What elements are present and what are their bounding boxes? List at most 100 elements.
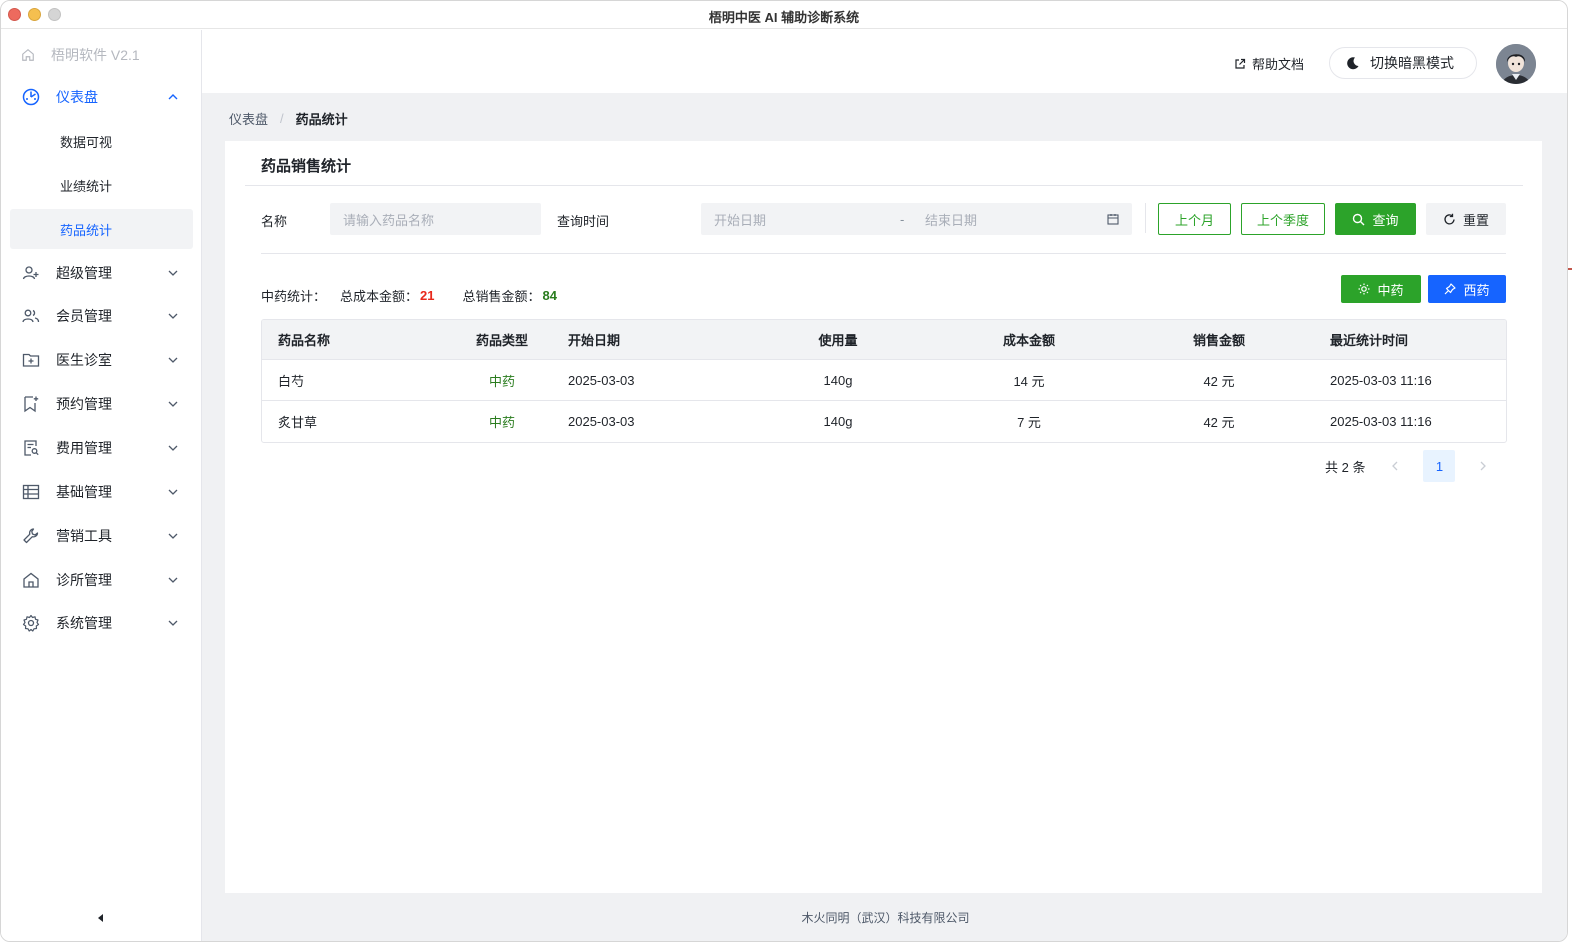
total-sales-label: 总销售金额： [462, 289, 541, 304]
drug-stats-table: 药品名称 药品类型 开始日期 使用量 成本金额 销售金额 最近统计时间 白芍 中… [261, 319, 1507, 443]
last-quarter-label: 上个季度 [1256, 212, 1309, 228]
sidebar-subitem-data-visual[interactable]: 数据可视 [10, 121, 193, 161]
total-cost-value: 21 [420, 288, 435, 303]
table-cell: 2025-03-03 11:16 [1330, 372, 1432, 388]
column-header[interactable]: 药品名称 [278, 320, 330, 359]
total-sales-value: 84 [542, 288, 557, 303]
drug-name-input[interactable]: 请输入药品名称 [330, 203, 541, 235]
last-quarter-button[interactable]: 上个季度 [1241, 203, 1325, 235]
chinese-medicine-button[interactable]: 中药 [1341, 275, 1421, 303]
stats-prefix: 中药统计： [261, 289, 327, 304]
last-month-button[interactable]: 上个月 [1158, 203, 1231, 235]
table-icon [22, 483, 40, 501]
sidebar-item-marketing[interactable]: 营销工具 [10, 516, 193, 556]
bookmark-icon [22, 395, 40, 413]
edge-marker [1568, 268, 1572, 270]
sidebar-subitem-label: 数据可视 [60, 134, 113, 150]
total-cost-label: 总成本金额： [340, 289, 419, 304]
chevron-down-icon [168, 270, 178, 276]
help-docs-label: 帮助文档 [1252, 57, 1305, 72]
sidebar-subitem-label: 药品统计 [60, 222, 113, 238]
western-medicine-button[interactable]: 西药 [1428, 275, 1506, 303]
settings-icon [22, 614, 40, 632]
sidebar-item-label: 营销工具 [56, 528, 112, 544]
table-cell: 7 元 [1017, 415, 1041, 430]
start-date-placeholder: 开始日期 [714, 212, 767, 228]
help-docs-link[interactable]: 帮助文档 [1234, 54, 1304, 73]
divider [1145, 203, 1146, 233]
table-cell: 14 元 [1013, 373, 1045, 389]
sidebar-item-basic[interactable]: 基础管理 [10, 472, 193, 512]
table-cell: 2025-03-03 [568, 414, 635, 429]
file-search-icon [22, 439, 40, 457]
app-window: 梧明中医 AI 辅助诊断系统 梧明软件 V2.1 仪表盘 数据可视 业绩统计 药… [0, 0, 1568, 942]
page-number-button[interactable]: 1 [1423, 450, 1456, 482]
avatar[interactable] [1496, 44, 1536, 84]
last-month-label: 上个月 [1174, 212, 1214, 228]
main-content: 仪表盘 / 药品统计 药品销售统计 名称 请输入药品名称 查询时间 开始日期 -… [202, 93, 1567, 941]
title-bar: 梧明中医 AI 辅助诊断系统 [1, 1, 1567, 29]
sidebar: 梧明软件 V2.1 仪表盘 数据可视 业绩统计 药品统计 超级管理 会员管理 医… [1, 30, 202, 941]
sidebar-item-label: 费用管理 [56, 440, 112, 456]
pin-icon [1445, 283, 1457, 295]
chevron-left-icon[interactable] [1385, 461, 1405, 471]
divider [261, 253, 1506, 254]
home-icon [22, 571, 40, 589]
wrench-icon [22, 527, 40, 545]
sidebar-item-label: 会员管理 [56, 308, 112, 324]
drug-type-tag: 中药 [488, 415, 515, 430]
reset-button[interactable]: 重置 [1426, 203, 1506, 235]
card-title: 药品销售统计 [261, 158, 352, 175]
sidebar-item-fees[interactable]: 费用管理 [10, 428, 193, 468]
collapse-sidebar-icon[interactable] [96, 913, 106, 923]
chevron-down-icon [168, 489, 178, 495]
breadcrumb: 仪表盘 / 药品统计 [229, 109, 348, 128]
table-cell: 42 元 [1203, 415, 1235, 430]
chevron-right-icon[interactable] [1473, 461, 1493, 471]
column-header[interactable]: 最近统计时间 [1330, 320, 1408, 359]
column-header[interactable]: 成本金额 [979, 320, 1079, 359]
sidebar-item-super-admin[interactable]: 超级管理 [10, 253, 193, 293]
name-label: 名称 [261, 214, 288, 229]
tcm-stats: 中药统计： 总成本金额： 21 总销售金额： 84 [261, 286, 557, 305]
sidebar-item-clinic[interactable]: 诊所管理 [10, 560, 193, 600]
external-link-icon [1235, 58, 1246, 69]
reset-label: 重置 [1462, 212, 1489, 228]
column-header[interactable]: 销售金额 [1169, 320, 1269, 359]
home-icon [22, 49, 34, 61]
breadcrumb-root[interactable]: 仪表盘 [229, 109, 268, 128]
date-range-picker[interactable]: 开始日期 - 结束日期 [701, 203, 1132, 235]
sidebar-item-doctor-room[interactable]: 医生诊室 [10, 340, 193, 380]
sidebar-item-dashboard[interactable]: 仪表盘 [10, 77, 193, 117]
brand[interactable]: 梧明软件 V2.1 [21, 45, 140, 65]
search-button[interactable]: 查询 [1335, 203, 1416, 235]
chevron-down-icon [168, 620, 178, 626]
table-row[interactable]: 白芍 中药 2025-03-03 140g 14 元 42 元 2025-03-… [262, 360, 1506, 401]
refresh-icon [1444, 213, 1455, 224]
sidebar-subitem-performance[interactable]: 业绩统计 [10, 165, 193, 205]
table-row[interactable]: 炙甘草 中药 2025-03-03 140g 7 元 42 元 2025-03-… [262, 401, 1506, 442]
table-cell: 2025-03-03 11:16 [1330, 414, 1432, 429]
sidebar-item-label: 仪表盘 [56, 89, 98, 105]
chevron-down-icon [168, 533, 178, 539]
sidebar-item-label: 诊所管理 [56, 572, 112, 588]
column-header[interactable]: 使用量 [788, 320, 888, 359]
pagination: 共 2 条 1 [1325, 450, 1493, 482]
chevron-down-icon [168, 445, 178, 451]
sidebar-item-appointments[interactable]: 预约管理 [10, 384, 193, 424]
divider [245, 185, 1523, 186]
column-header[interactable]: 药品类型 [462, 320, 542, 359]
sidebar-item-members[interactable]: 会员管理 [10, 296, 193, 336]
drug-name-placeholder: 请输入药品名称 [343, 212, 435, 228]
table-cell: 140g [823, 414, 853, 429]
top-bar: 帮助文档 切换暗黑模式 [202, 30, 1567, 93]
calendar-icon [1107, 214, 1119, 225]
sidebar-item-label: 超级管理 [56, 265, 112, 281]
sidebar-subitem-drug-stats[interactable]: 药品统计 [10, 209, 193, 249]
chevron-up-icon [168, 94, 178, 100]
dark-mode-toggle[interactable]: 切换暗黑模式 [1329, 47, 1477, 79]
sidebar-item-system[interactable]: 系统管理 [10, 603, 193, 643]
column-header[interactable]: 开始日期 [568, 320, 620, 359]
footer-company: 木火同明（武汉）科技有限公司 [801, 911, 970, 925]
sun-icon [1358, 283, 1370, 295]
